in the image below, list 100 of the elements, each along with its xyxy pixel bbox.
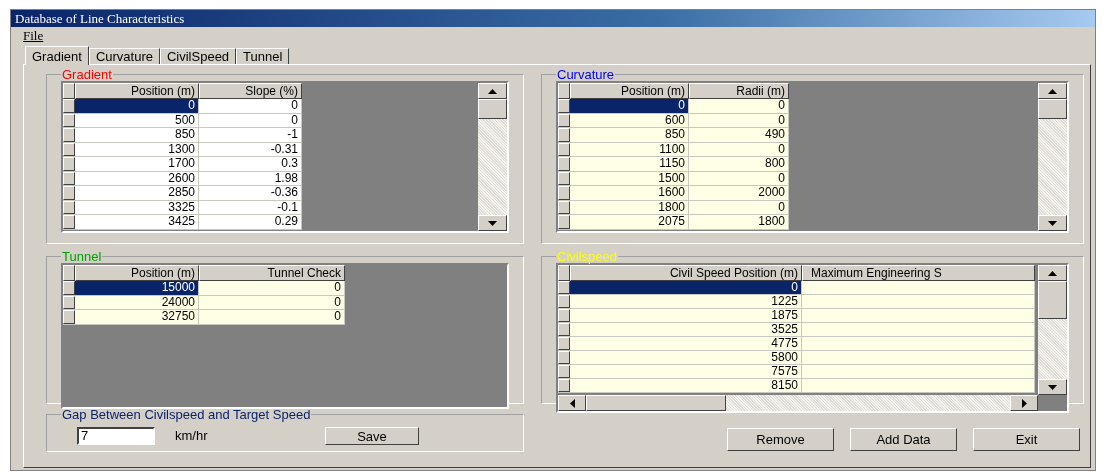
header-corner — [558, 83, 570, 99]
down-arrow-icon — [488, 220, 497, 226]
table-cell: 1875 — [570, 309, 802, 322]
scroll-up-button[interactable] — [1038, 265, 1067, 281]
header-corner — [63, 83, 75, 99]
column-header[interactable]: Tunnel Check — [199, 265, 345, 281]
table-cell: 2075 — [570, 215, 689, 229]
up-arrow-icon — [488, 88, 497, 94]
table-cell: 0 — [570, 99, 689, 113]
table-cell: 850 — [570, 128, 689, 142]
table-cell: -1 — [199, 128, 302, 142]
down-arrow-icon — [1048, 220, 1057, 226]
column-header[interactable]: Position (m) — [75, 83, 199, 99]
header-corner — [558, 265, 570, 281]
window-title: Database of Line Characteristics — [15, 12, 185, 25]
table-cell: 0 — [199, 281, 345, 295]
column-header[interactable]: Maximum Engineering S — [802, 265, 1035, 281]
dialog-button[interactable]: Exit — [973, 428, 1080, 451]
up-arrow-icon — [1048, 270, 1057, 276]
group-title: Curvature — [556, 68, 616, 81]
table-cell: 0.29 — [199, 215, 302, 229]
scroll-thumb[interactable] — [478, 99, 507, 119]
row-selector[interactable] — [558, 186, 570, 200]
down-arrow-icon — [1048, 384, 1057, 390]
row-selector[interactable] — [558, 281, 570, 294]
scroll-thumb[interactable] — [586, 395, 726, 411]
row-selector[interactable] — [63, 186, 75, 200]
tab[interactable]: Curvature — [88, 48, 160, 64]
header-corner — [63, 265, 75, 281]
group-title: Gradient — [61, 68, 113, 81]
scroll-up-button[interactable] — [478, 83, 507, 99]
vertical-scrollbar[interactable] — [478, 83, 507, 231]
row-selector[interactable] — [63, 128, 75, 142]
menu-item[interactable]: File — [23, 26, 44, 46]
scroll-down-button[interactable] — [1038, 215, 1067, 231]
vertical-scrollbar[interactable] — [1038, 83, 1067, 231]
table-cell: 4775 — [570, 337, 802, 350]
unit-label: km/hr — [175, 427, 209, 446]
row-selector[interactable] — [63, 215, 75, 229]
table-cell: 1700 — [75, 157, 199, 171]
table-cell: -0.36 — [199, 186, 302, 200]
dialog-button[interactable]: Add Data — [850, 428, 957, 451]
group-title: Tunnel — [61, 250, 103, 263]
column-header[interactable]: Position (m) — [75, 265, 199, 281]
row-selector[interactable] — [63, 310, 75, 324]
table-cell: 490 — [689, 128, 789, 142]
scroll-thumb[interactable] — [1038, 281, 1067, 319]
left-arrow-icon — [569, 398, 575, 408]
table-cell: 1225 — [570, 295, 802, 308]
row-selector[interactable] — [558, 215, 570, 229]
table-cell: 0 — [570, 281, 802, 294]
table-cell: 1600 — [570, 186, 689, 200]
table-cell: 0.3 — [199, 157, 302, 171]
row-selector[interactable] — [558, 323, 570, 336]
row-selector[interactable] — [63, 281, 75, 295]
table-cell: 1150 — [570, 157, 689, 171]
row-selector[interactable] — [558, 337, 570, 350]
table-cell: 32750 — [75, 310, 199, 324]
row-selector[interactable] — [63, 99, 75, 113]
up-arrow-icon — [1048, 88, 1057, 94]
input-field[interactable]: 7 — [77, 427, 155, 445]
tab[interactable]: CivilSpeed — [159, 48, 237, 64]
scroll-down-button[interactable] — [478, 215, 507, 231]
table-cell: 0 — [199, 310, 345, 324]
row-selector[interactable] — [63, 157, 75, 171]
table-cell: 0 — [199, 99, 302, 113]
table-cell: 0 — [75, 99, 199, 113]
row-selector[interactable] — [558, 351, 570, 364]
scroll-up-button[interactable] — [1038, 83, 1067, 99]
table-cell: 3525 — [570, 323, 802, 336]
scroll-down-button[interactable] — [1038, 379, 1067, 395]
column-header[interactable]: Slope (%) — [199, 83, 302, 99]
row-selector[interactable] — [558, 157, 570, 171]
column-header[interactable]: Civil Speed Position (m) — [570, 265, 802, 281]
table-cell: 8150 — [570, 379, 802, 392]
tab[interactable]: Gradient — [25, 46, 89, 65]
scroll-right-button[interactable] — [1010, 395, 1038, 411]
row-selector[interactable] — [558, 99, 570, 113]
table-cell: 5800 — [570, 351, 802, 364]
tab[interactable]: Tunnel — [236, 48, 290, 64]
column-header[interactable]: Radii (m) — [689, 83, 789, 99]
row-selector[interactable] — [558, 379, 570, 392]
scroll-left-button[interactable] — [558, 395, 586, 411]
vertical-scrollbar[interactable] — [1038, 265, 1067, 395]
horizontal-scrollbar[interactable] — [558, 395, 1038, 411]
row-selector[interactable] — [558, 365, 570, 378]
table-cell: 7575 — [570, 365, 802, 378]
table-cell: 2850 — [75, 186, 199, 200]
row-selector[interactable] — [558, 128, 570, 142]
row-selector[interactable] — [558, 309, 570, 322]
save-button[interactable]: Save — [325, 427, 419, 445]
table-cell: 3425 — [75, 215, 199, 229]
column-header[interactable]: Position (m) — [570, 83, 689, 99]
table-cell: 2000 — [689, 186, 789, 200]
group-title: Civilspeed — [556, 250, 618, 263]
table-cell: 850 — [75, 128, 199, 142]
row-selector[interactable] — [558, 295, 570, 308]
group-title: Gap Between Civilspeed and Target Speed — [61, 408, 312, 421]
dialog-button[interactable]: Remove — [727, 428, 834, 451]
scroll-thumb[interactable] — [1038, 99, 1067, 119]
